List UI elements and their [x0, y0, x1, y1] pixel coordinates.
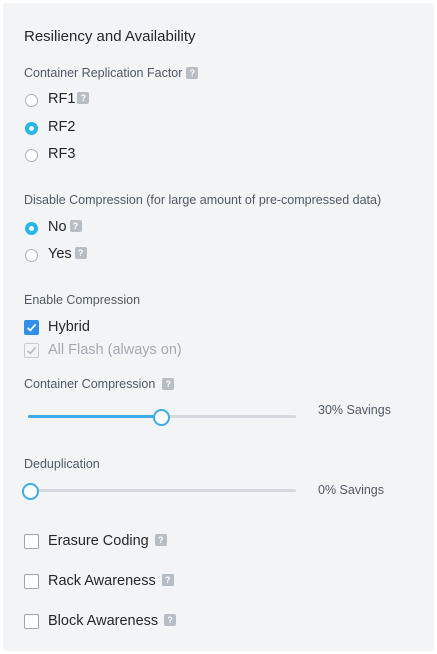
radio-button[interactable] [25, 249, 38, 262]
checkbox-hybrid-label: Hybrid [48, 319, 90, 335]
deduplication-label: Deduplication [24, 457, 100, 471]
disable-compression-label: Disable Compression (for large amount of… [24, 193, 382, 207]
radio-button-selected[interactable] [25, 222, 38, 235]
slider-track [28, 489, 296, 492]
checkbox[interactable] [24, 574, 39, 589]
container-compression-label: Container Compression? [24, 377, 175, 391]
resiliency-panel: Resiliency and Availability Container Re… [3, 3, 434, 651]
block-awareness-label: Block Awareness? [48, 613, 177, 629]
radio-button[interactable] [25, 149, 38, 162]
radio-button-selected[interactable] [25, 122, 38, 135]
radio-rf1-label: RF1? [48, 91, 90, 107]
container-compression-value: 30% Savings [318, 403, 391, 417]
radio-yes-label: Yes? [48, 246, 87, 262]
deduplication-value: 0% Savings [318, 483, 385, 497]
checkbox-all-flash-label: All Flash (always on) [48, 342, 182, 358]
help-icon[interactable]: ? [162, 377, 175, 390]
radio-no-label: No? [48, 219, 82, 235]
checkbox[interactable] [24, 614, 39, 629]
rack-awareness-label: Rack Awareness? [48, 573, 174, 589]
checkbox[interactable] [24, 320, 39, 335]
checkmark-icon [26, 346, 37, 355]
radio-rf3-label: RF3 [48, 146, 76, 162]
slider-fill [28, 415, 162, 418]
help-icon[interactable]: ? [74, 247, 87, 260]
help-icon[interactable]: ? [69, 220, 82, 233]
help-icon[interactable]: ? [77, 92, 90, 105]
slider-thumb[interactable] [153, 409, 170, 426]
checkbox-disabled [24, 343, 39, 358]
radio-rf2-label: RF2 [48, 119, 76, 135]
enable-compression-label: Enable Compression [24, 293, 141, 307]
checkbox[interactable] [24, 534, 39, 549]
panel-title: Resiliency and Availability [24, 28, 196, 45]
radio-button[interactable] [25, 94, 38, 107]
replication-factor-label: Container Replication Factor? [24, 66, 199, 80]
erasure-coding-label: Erasure Coding? [48, 533, 167, 549]
help-icon[interactable]: ? [186, 66, 199, 79]
help-icon[interactable]: ? [164, 614, 177, 627]
help-icon[interactable]: ? [161, 574, 174, 587]
deduplication-slider[interactable] [22, 483, 296, 500]
slider-thumb[interactable] [22, 483, 39, 500]
help-icon[interactable]: ? [154, 534, 167, 547]
checkmark-icon [26, 323, 37, 332]
container-compression-slider[interactable] [28, 409, 296, 426]
